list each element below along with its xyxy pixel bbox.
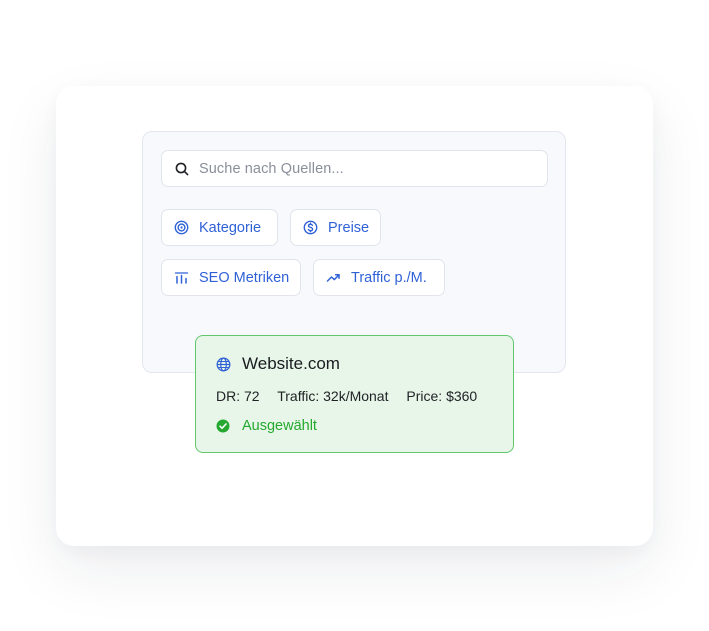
result-status-label: Ausgewählt bbox=[242, 418, 317, 434]
result-status: Ausgewählt bbox=[216, 418, 317, 434]
result-title: Website.com bbox=[216, 354, 340, 374]
filter-kategorie-button[interactable]: Kategorie bbox=[161, 209, 278, 246]
filter-traffic-button[interactable]: Traffic p./M. bbox=[313, 259, 445, 296]
filter-traffic-label: Traffic p./M. bbox=[351, 269, 427, 286]
result-dr: DR: 72 bbox=[216, 388, 260, 404]
search-input[interactable]: Suche nach Quellen... bbox=[161, 150, 548, 187]
filter-seo-metriken-label: SEO Metriken bbox=[199, 269, 290, 286]
filter-seo-metriken-button[interactable]: SEO Metriken bbox=[161, 259, 301, 296]
bar-chart-icon bbox=[174, 270, 189, 285]
target-icon bbox=[174, 220, 189, 235]
stage: Suche nach Quellen... Kategorie Preise S… bbox=[0, 0, 709, 631]
dollar-circle-icon bbox=[303, 220, 318, 235]
result-price: Price: $360 bbox=[406, 388, 478, 404]
search-placeholder: Suche nach Quellen... bbox=[199, 160, 344, 177]
trending-up-icon bbox=[326, 270, 341, 285]
search-icon bbox=[175, 162, 189, 176]
result-site-name: Website.com bbox=[242, 354, 340, 373]
filter-preise-label: Preise bbox=[328, 219, 370, 236]
selected-result-card[interactable]: Website.com DR: 72 Traffic: 32k/Monat Pr… bbox=[195, 335, 514, 453]
result-traffic: Traffic: 32k/Monat bbox=[277, 388, 389, 404]
filter-preise-button[interactable]: Preise bbox=[290, 209, 381, 246]
filter-kategorie-label: Kategorie bbox=[199, 219, 262, 236]
globe-icon bbox=[216, 357, 231, 372]
result-metrics: DR: 72 Traffic: 32k/Monat Price: $360 bbox=[216, 388, 491, 404]
check-circle-icon bbox=[216, 419, 230, 433]
